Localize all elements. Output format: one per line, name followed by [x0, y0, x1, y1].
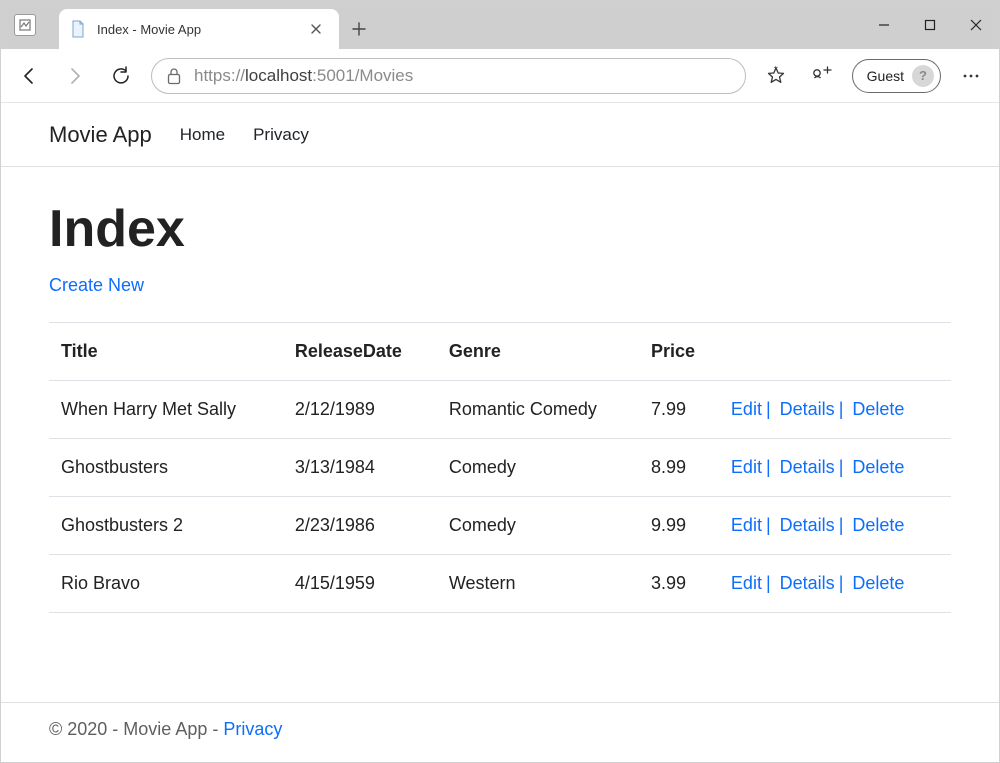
- page-favicon: [71, 20, 87, 38]
- details-link[interactable]: Details: [780, 515, 835, 535]
- cell-actions: Edit| Details| Delete: [719, 555, 951, 613]
- browser-window: Index - Movie App: [0, 0, 1000, 763]
- collections-button[interactable]: [806, 60, 838, 92]
- maximize-button[interactable]: [907, 1, 953, 49]
- browser-titlebar: Index - Movie App: [1, 1, 999, 49]
- cell-price: 3.99: [639, 555, 719, 613]
- minimize-button[interactable]: [861, 1, 907, 49]
- edit-link[interactable]: Edit: [731, 573, 762, 593]
- cell-release: 3/13/1984: [283, 439, 437, 497]
- edit-link[interactable]: Edit: [731, 457, 762, 477]
- more-button[interactable]: [955, 60, 987, 92]
- favorites-button[interactable]: [760, 60, 792, 92]
- details-link[interactable]: Details: [780, 457, 835, 477]
- cell-genre: Romantic Comedy: [437, 381, 639, 439]
- cell-price: 9.99: [639, 497, 719, 555]
- table-header-row: Title ReleaseDate Genre Price: [49, 323, 951, 381]
- details-link[interactable]: Details: [780, 399, 835, 419]
- url-host: localhost: [245, 66, 312, 86]
- site-footer: © 2020 - Movie App - Privacy: [1, 702, 999, 762]
- delete-link[interactable]: Delete: [852, 515, 904, 535]
- url-port: :5001: [312, 66, 355, 86]
- browser-toolbar: https:// localhost :5001 /Movies Guest ?: [1, 49, 999, 103]
- movies-table: Title ReleaseDate Genre Price When Harry…: [49, 322, 951, 613]
- cell-release: 2/12/1989: [283, 381, 437, 439]
- forward-button[interactable]: [59, 60, 91, 92]
- new-tab-button[interactable]: [339, 9, 379, 49]
- cell-actions: Edit| Details| Delete: [719, 381, 951, 439]
- edit-link[interactable]: Edit: [731, 515, 762, 535]
- close-tab-button[interactable]: [305, 22, 327, 36]
- col-actions: [719, 323, 951, 381]
- cell-title: Ghostbusters: [49, 439, 283, 497]
- col-release: ReleaseDate: [283, 323, 437, 381]
- browser-tab-active[interactable]: Index - Movie App: [59, 9, 339, 49]
- avatar-icon: ?: [912, 65, 934, 87]
- url-path: /Movies: [355, 66, 414, 86]
- refresh-button[interactable]: [105, 60, 137, 92]
- cell-price: 7.99: [639, 381, 719, 439]
- cell-price: 8.99: [639, 439, 719, 497]
- col-price: Price: [639, 323, 719, 381]
- cell-actions: Edit| Details| Delete: [719, 439, 951, 497]
- page-title: Index: [49, 199, 951, 259]
- delete-link[interactable]: Delete: [852, 399, 904, 419]
- table-row: Ghostbusters 2 2/23/1986 Comedy 9.99 Edi…: [49, 497, 951, 555]
- cell-actions: Edit| Details| Delete: [719, 497, 951, 555]
- edit-link[interactable]: Edit: [731, 399, 762, 419]
- nav-home[interactable]: Home: [180, 125, 225, 145]
- col-genre: Genre: [437, 323, 639, 381]
- window-controls: [861, 1, 999, 49]
- site-navbar: Movie App Home Privacy: [1, 103, 999, 167]
- create-new-link[interactable]: Create New: [49, 275, 144, 295]
- nav-privacy[interactable]: Privacy: [253, 125, 309, 145]
- profile-label: Guest: [867, 68, 904, 84]
- delete-link[interactable]: Delete: [852, 457, 904, 477]
- footer-privacy-link[interactable]: Privacy: [223, 719, 282, 739]
- details-link[interactable]: Details: [780, 573, 835, 593]
- col-title: Title: [49, 323, 283, 381]
- url-prefix: https://: [194, 66, 245, 86]
- cell-genre: Comedy: [437, 497, 639, 555]
- web-page: Movie App Home Privacy Index Create New …: [1, 103, 999, 762]
- close-window-button[interactable]: [953, 1, 999, 49]
- profile-button[interactable]: Guest ?: [852, 59, 941, 93]
- tab-strip: Index - Movie App: [59, 1, 379, 49]
- footer-copyright: © 2020 - Movie App -: [49, 719, 223, 739]
- table-row: Rio Bravo 4/15/1959 Western 3.99 Edit| D…: [49, 555, 951, 613]
- address-bar[interactable]: https:// localhost :5001 /Movies: [151, 58, 746, 94]
- cell-release: 4/15/1959: [283, 555, 437, 613]
- cell-genre: Western: [437, 555, 639, 613]
- edge-app-icon: [1, 1, 49, 49]
- lock-icon: [166, 67, 182, 85]
- brand[interactable]: Movie App: [49, 122, 152, 148]
- tab-title: Index - Movie App: [97, 22, 295, 37]
- cell-title: Ghostbusters 2: [49, 497, 283, 555]
- cell-genre: Comedy: [437, 439, 639, 497]
- cell-title: When Harry Met Sally: [49, 381, 283, 439]
- table-row: When Harry Met Sally 2/12/1989 Romantic …: [49, 381, 951, 439]
- table-row: Ghostbusters 3/13/1984 Comedy 8.99 Edit|…: [49, 439, 951, 497]
- cell-title: Rio Bravo: [49, 555, 283, 613]
- cell-release: 2/23/1986: [283, 497, 437, 555]
- delete-link[interactable]: Delete: [852, 573, 904, 593]
- page-content: Index Create New Title ReleaseDate Genre…: [1, 167, 999, 702]
- back-button[interactable]: [13, 60, 45, 92]
- url-text: https:// localhost :5001 /Movies: [194, 66, 413, 86]
